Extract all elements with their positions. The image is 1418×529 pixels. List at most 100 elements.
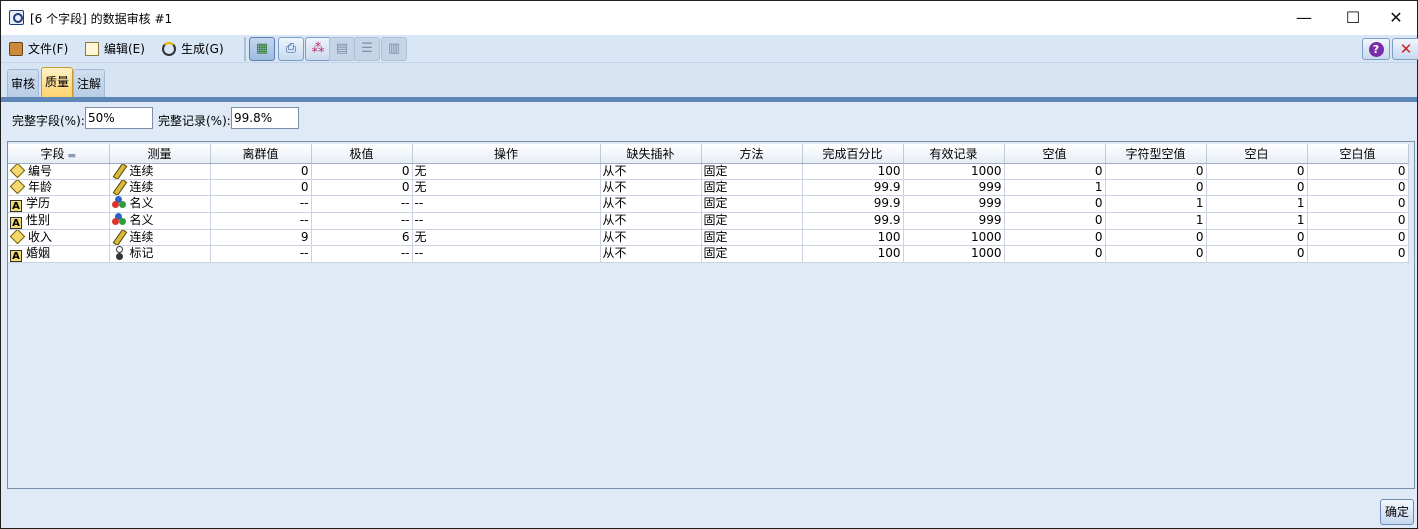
tab-quality[interactable]: 质量 bbox=[41, 67, 74, 97]
action-cell[interactable]: -- bbox=[412, 245, 601, 263]
col-header-outliers[interactable]: 离群值 bbox=[210, 144, 312, 164]
valid-cell[interactable]: 999 bbox=[903, 179, 1005, 196]
string-null-cell[interactable]: 0 bbox=[1105, 229, 1207, 246]
measure-cell[interactable]: 名义 bbox=[109, 195, 211, 213]
valid-cell[interactable]: 1000 bbox=[903, 163, 1005, 180]
null-cell[interactable]: 0 bbox=[1004, 212, 1106, 230]
pct-complete-cell[interactable]: 99.9 bbox=[802, 212, 904, 230]
outliers-cell[interactable]: 0 bbox=[210, 163, 312, 180]
col-header-action[interactable]: 操作 bbox=[412, 144, 601, 164]
outliers-cell[interactable]: 9 bbox=[210, 229, 312, 246]
col-header-impute[interactable]: 缺失插补 bbox=[600, 144, 702, 164]
action-cell[interactable]: 无 bbox=[412, 163, 601, 180]
table-row[interactable]: 收入 连续 9 6 无从不 固定 100 1000 0 0 0 0 bbox=[8, 229, 1409, 246]
measure-cell[interactable]: 标记 bbox=[109, 245, 211, 263]
col-header-field[interactable]: 字段 ▬ bbox=[8, 144, 110, 164]
grid-view-button[interactable]: ▤ bbox=[329, 37, 355, 61]
col-header-extremes[interactable]: 极值 bbox=[311, 144, 413, 164]
valid-cell[interactable]: 999 bbox=[903, 195, 1005, 213]
close-window-button[interactable]: ✕ bbox=[1373, 1, 1418, 35]
edit-menu[interactable]: 编辑(E) bbox=[85, 40, 145, 58]
outliers-cell[interactable]: -- bbox=[210, 245, 312, 263]
field-name-cell[interactable]: 收入 bbox=[8, 229, 110, 246]
blank-value-cell[interactable]: 0 bbox=[1307, 212, 1409, 230]
measure-cell[interactable]: 连续 bbox=[109, 163, 211, 180]
null-cell[interactable]: 0 bbox=[1004, 229, 1106, 246]
blank-value-cell[interactable]: 0 bbox=[1307, 163, 1409, 180]
action-cell[interactable]: -- bbox=[412, 195, 601, 213]
impute-cell[interactable]: 从不 bbox=[600, 179, 702, 196]
chart-button[interactable]: ⁂ bbox=[305, 37, 331, 61]
extremes-cell[interactable]: 0 bbox=[311, 179, 413, 196]
blank-value-cell[interactable]: 0 bbox=[1307, 245, 1409, 263]
table-row[interactable]: 编号 连续 0 0 无从不 固定 100 1000 0 0 0 0 bbox=[8, 163, 1409, 180]
extremes-cell[interactable]: 0 bbox=[311, 163, 413, 180]
close-dialog-button[interactable]: ✕ bbox=[1392, 38, 1418, 60]
extremes-cell[interactable]: -- bbox=[311, 245, 413, 263]
impute-cell[interactable]: 从不 bbox=[600, 229, 702, 246]
blank-cell[interactable]: 1 bbox=[1206, 212, 1308, 230]
null-cell[interactable]: 0 bbox=[1004, 245, 1106, 263]
measure-cell[interactable]: 连续 bbox=[109, 179, 211, 196]
measure-cell[interactable]: 连续 bbox=[109, 229, 211, 246]
pct-complete-cell[interactable]: 100 bbox=[802, 163, 904, 180]
table-row[interactable]: A 婚姻 标记 -- -- -- 从不 固定 100 1000 0 0 0 0 bbox=[8, 245, 1409, 263]
column-view-button[interactable]: ▥ bbox=[381, 37, 407, 61]
null-cell[interactable]: 1 bbox=[1004, 179, 1106, 196]
valid-cell[interactable]: 999 bbox=[903, 212, 1005, 230]
null-cell[interactable]: 0 bbox=[1004, 163, 1106, 180]
pct-complete-cell[interactable]: 100 bbox=[802, 245, 904, 263]
tab-audit[interactable]: 审核 bbox=[7, 69, 40, 97]
field-name-cell[interactable]: A 婚姻 bbox=[8, 245, 110, 263]
col-header-pct-complete[interactable]: 完成百分比 bbox=[802, 144, 904, 164]
action-cell[interactable]: 无 bbox=[412, 229, 601, 246]
extremes-cell[interactable]: -- bbox=[311, 195, 413, 213]
table-row[interactable]: A 性别 名义 -- -- -- 从不 固定 99.9 999 0 1 1 0 bbox=[8, 212, 1409, 230]
blank-cell[interactable]: 1 bbox=[1206, 195, 1308, 213]
action-cell[interactable]: 无 bbox=[412, 179, 601, 196]
table-row[interactable]: 年龄 连续 0 0 无从不 固定 99.9 999 1 0 0 0 bbox=[8, 179, 1409, 196]
outliers-cell[interactable]: -- bbox=[210, 195, 312, 213]
extremes-cell[interactable]: -- bbox=[311, 212, 413, 230]
string-null-cell[interactable]: 0 bbox=[1105, 163, 1207, 180]
impute-cell[interactable]: 从不 bbox=[600, 163, 702, 180]
field-name-cell[interactable]: 年龄 bbox=[8, 179, 110, 196]
ok-button[interactable]: 确定 bbox=[1380, 499, 1414, 525]
impute-cell[interactable]: 从不 bbox=[600, 245, 702, 263]
complete-records-field[interactable] bbox=[231, 107, 299, 129]
method-cell[interactable]: 固定 bbox=[701, 179, 803, 196]
table-row[interactable]: A 学历 名义 -- -- -- 从不 固定 99.9 999 0 1 1 0 bbox=[8, 195, 1409, 213]
col-header-method[interactable]: 方法 bbox=[701, 144, 803, 164]
table-view-button[interactable]: ▦ bbox=[249, 37, 275, 61]
help-button[interactable]: ? bbox=[1362, 38, 1390, 60]
blank-cell[interactable]: 0 bbox=[1206, 229, 1308, 246]
impute-cell[interactable]: 从不 bbox=[600, 195, 702, 213]
file-menu[interactable]: 文件(F) bbox=[9, 40, 68, 58]
blank-value-cell[interactable]: 0 bbox=[1307, 195, 1409, 213]
string-null-cell[interactable]: 1 bbox=[1105, 212, 1207, 230]
extremes-cell[interactable]: 6 bbox=[311, 229, 413, 246]
string-null-cell[interactable]: 1 bbox=[1105, 195, 1207, 213]
col-header-valid-records[interactable]: 有效记录 bbox=[903, 144, 1005, 164]
string-null-cell[interactable]: 0 bbox=[1105, 179, 1207, 196]
valid-cell[interactable]: 1000 bbox=[903, 229, 1005, 246]
field-name-cell[interactable]: 编号 bbox=[8, 163, 110, 180]
blank-value-cell[interactable]: 0 bbox=[1307, 229, 1409, 246]
method-cell[interactable]: 固定 bbox=[701, 245, 803, 263]
method-cell[interactable]: 固定 bbox=[701, 163, 803, 180]
col-header-blank[interactable]: 空白 bbox=[1206, 144, 1308, 164]
blank-cell[interactable]: 0 bbox=[1206, 179, 1308, 196]
minimize-button[interactable]: — bbox=[1281, 1, 1327, 35]
col-header-blank-value[interactable]: 空白值 bbox=[1307, 144, 1409, 164]
string-null-cell[interactable]: 0 bbox=[1105, 245, 1207, 263]
generate-menu[interactable]: 生成(G) bbox=[162, 40, 224, 58]
outliers-cell[interactable]: 0 bbox=[210, 179, 312, 196]
maximize-button[interactable]: ☐ bbox=[1330, 1, 1376, 35]
valid-cell[interactable]: 1000 bbox=[903, 245, 1005, 263]
measure-cell[interactable]: 名义 bbox=[109, 212, 211, 230]
list-view-button[interactable]: ☰ bbox=[354, 37, 380, 61]
col-header-measure[interactable]: 测量 bbox=[109, 144, 211, 164]
pct-complete-cell[interactable]: 99.9 bbox=[802, 179, 904, 196]
method-cell[interactable]: 固定 bbox=[701, 195, 803, 213]
complete-fields-field[interactable] bbox=[85, 107, 153, 129]
